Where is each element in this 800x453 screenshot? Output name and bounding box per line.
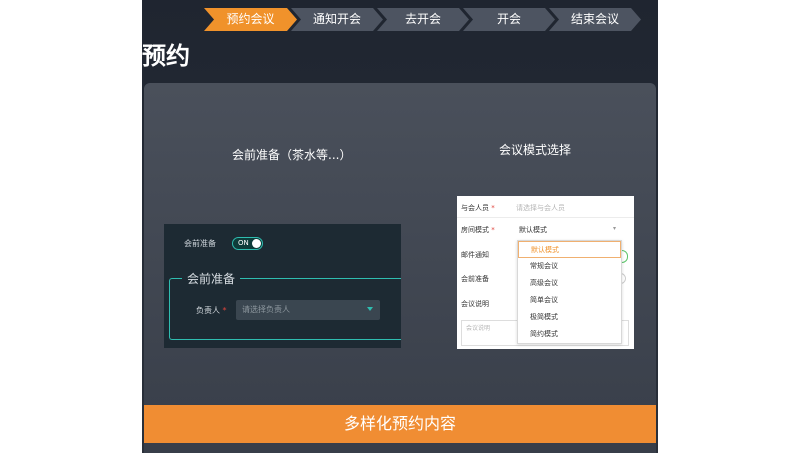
feature-banner: 多样化预约内容 <box>144 405 656 443</box>
toggle-knob <box>252 239 261 248</box>
page-title: 预约 <box>142 42 190 70</box>
mode-option[interactable]: 高级会议 <box>518 275 621 292</box>
mode-screenshot: 与会人员 * 请选择与会人员 房间模式 * 默认模式 ▾ 邮件通知 会前准备 会… <box>457 196 634 349</box>
mode-dropdown: 默认模式 常规会议 高级会议 简单会议 极简模式 简约模式 <box>517 240 622 344</box>
mode-option[interactable]: 极简模式 <box>518 309 621 326</box>
step-end-meeting[interactable]: 结束会议 <box>549 8 641 31</box>
email-label: 邮件通知 <box>461 251 489 259</box>
mode-option[interactable]: 常规会议 <box>518 258 621 275</box>
caret-down-icon <box>367 307 373 311</box>
mode-option[interactable]: 简约模式 <box>518 326 621 343</box>
step-label: 通知开会 <box>312 12 361 26</box>
attendees-label: 与会人员 * <box>461 203 495 213</box>
required-mark: * <box>491 204 495 212</box>
desc-label: 会议说明 <box>461 300 489 308</box>
content-panel: 会前准备（茶水等...） 会议模式选择 会前准备 ON 会前准备 负责人 * 请… <box>144 83 656 453</box>
step-notify[interactable]: 通知开会 <box>291 8 383 31</box>
step-in-meeting[interactable]: 开会 <box>463 8 555 31</box>
prep-screenshot: 会前准备 ON 会前准备 负责人 * 请选择负责人 <box>164 224 401 348</box>
prep-toggle[interactable]: ON <box>232 237 263 250</box>
step-label: 预约会议 <box>226 12 275 26</box>
caret-down-icon: ▾ <box>613 225 617 232</box>
owner-label: 负责人 * <box>196 305 227 316</box>
mode-label: 房间模式 * <box>461 225 495 235</box>
step-progress: 预约会议 通知开会 去开会 开会 结束会议 <box>204 8 635 31</box>
step-label: 结束会议 <box>570 12 619 26</box>
required-mark: * <box>222 306 227 315</box>
prep-label: 会前准备 <box>461 275 489 283</box>
step-go-meeting[interactable]: 去开会 <box>377 8 469 31</box>
app-frame: 预约会议 通知开会 去开会 开会 结束会议 预约 会前准备（茶水等...） 会议… <box>142 0 658 453</box>
required-mark: * <box>491 226 495 234</box>
mode-caption: 会议模式选择 <box>499 143 572 157</box>
mode-option[interactable]: 简单会议 <box>518 292 621 309</box>
attendees-label-text: 与会人员 <box>461 204 489 212</box>
prep-caption: 会前准备（茶水等...） <box>232 148 352 162</box>
owner-placeholder: 请选择负责人 <box>242 305 290 314</box>
owner-label-text: 负责人 <box>196 306 220 315</box>
attendees-input[interactable]: 请选择与会人员 <box>516 203 565 213</box>
prep-section-title: 会前准备 <box>182 270 241 287</box>
step-label: 开会 <box>496 12 521 26</box>
prep-toggle-label: 会前准备 <box>184 239 216 248</box>
step-label: 去开会 <box>404 12 441 26</box>
mode-select[interactable]: 默认模式 <box>519 225 547 235</box>
mode-option[interactable]: 默认模式 <box>518 241 621 258</box>
mode-label-text: 房间模式 <box>461 226 489 234</box>
desc-placeholder: 会议说明 <box>466 325 491 332</box>
toggle-state: ON <box>238 239 249 247</box>
owner-select[interactable]: 请选择负责人 <box>236 300 380 320</box>
step-book-meeting[interactable]: 预约会议 <box>204 8 297 31</box>
prep-section: 会前准备 负责人 * 请选择负责人 <box>169 270 401 340</box>
divider <box>457 217 634 218</box>
